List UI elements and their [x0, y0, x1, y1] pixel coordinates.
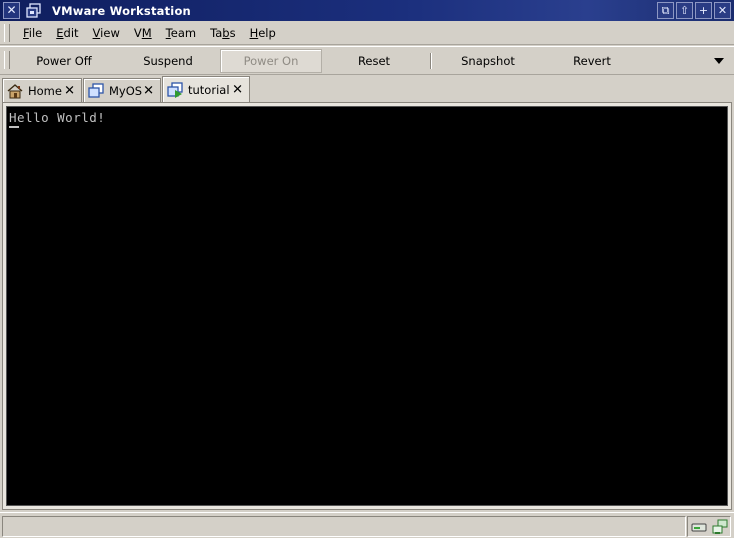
snapshot-button[interactable]: Snapshot [436, 49, 540, 73]
tab-home-label: Home [28, 83, 62, 98]
tab-myos-close-icon[interactable]: ✕ [143, 84, 154, 97]
home-icon [7, 83, 23, 98]
console-output: Hello World! [9, 110, 106, 125]
window-close-icon[interactable]: ✕ [3, 2, 20, 19]
shade-icon[interactable]: ⧉ [657, 2, 674, 19]
vmware-app-icon [26, 2, 41, 18]
window-title: VMware Workstation [52, 3, 191, 18]
suspend-button[interactable]: Suspend [116, 49, 220, 73]
tab-myos[interactable]: MyOS ✕ [83, 78, 161, 102]
menu-vm[interactable]: VM [127, 26, 159, 40]
toolbar-grip[interactable] [4, 51, 10, 69]
menu-view[interactable]: View [86, 26, 127, 40]
tab-myos-label: MyOS [109, 83, 143, 98]
power-on-button[interactable]: Power On [220, 49, 322, 73]
tab-tutorial-label: tutorial [188, 82, 230, 97]
maximize-icon[interactable]: + [695, 2, 712, 19]
menu-bar: File Edit View VM Team Tabs Help [0, 21, 734, 45]
menu-team[interactable]: Team [159, 26, 203, 40]
menu-edit[interactable]: Edit [49, 26, 85, 40]
hard-disk-icon[interactable] [691, 520, 707, 534]
menu-file[interactable]: File [16, 26, 49, 40]
vm-console[interactable]: Hello World! [6, 106, 728, 506]
tab-tutorial[interactable]: tutorial ✕ [162, 76, 250, 102]
toolbar: Power Off Suspend Power On Reset Snapsho… [0, 46, 734, 75]
tab-bar: Home ✕ MyOS ✕ tutorial ✕ [0, 76, 734, 102]
menu-tabs[interactable]: Tabs [203, 26, 242, 40]
network-icon[interactable] [712, 519, 728, 535]
console-frame: Hello World! [2, 102, 732, 510]
vm-running-icon [167, 81, 183, 98]
text-cursor [9, 126, 19, 128]
menubar-grip[interactable] [4, 23, 10, 42]
status-bar [0, 512, 734, 538]
tab-home[interactable]: Home ✕ [2, 78, 82, 102]
tab-home-close-icon[interactable]: ✕ [64, 84, 75, 97]
raise-icon[interactable]: ⇧ [676, 2, 693, 19]
title-bar: ✕ VMware Workstation ⧉ ⇧ + ✕ [0, 0, 734, 21]
tab-tutorial-close-icon[interactable]: ✕ [232, 83, 243, 96]
status-message-panel [2, 516, 686, 537]
device-status-area [687, 516, 731, 537]
toolbar-separator [430, 53, 432, 69]
vm-icon [88, 82, 104, 98]
toolbar-overflow-arrow-icon[interactable] [714, 58, 724, 64]
close-icon[interactable]: ✕ [714, 2, 731, 19]
menu-help[interactable]: Help [243, 26, 283, 40]
reset-button[interactable]: Reset [322, 49, 426, 73]
power-off-button[interactable]: Power Off [12, 49, 116, 73]
revert-button[interactable]: Revert [540, 49, 644, 73]
